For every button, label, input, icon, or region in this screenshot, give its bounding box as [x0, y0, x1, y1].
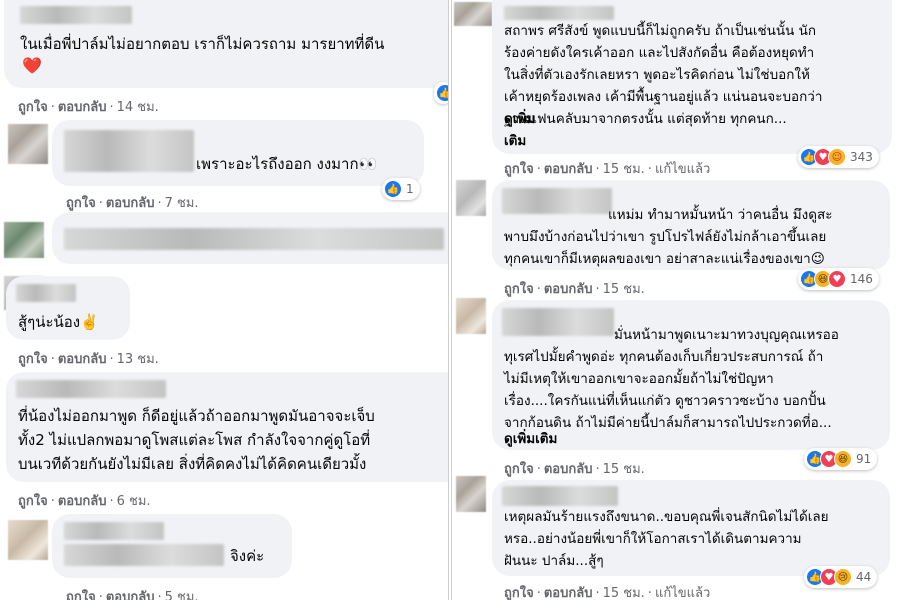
- commenter-name-blurred: [20, 6, 132, 24]
- comment-actions: ถูกใจ · ตอบกลับ · 15 ชม. · แก้ไขแล้ว: [504, 162, 711, 177]
- comment-text: จิงค่ะ: [230, 547, 265, 565]
- reaction-badge[interactable]: 👍 ♥ 😆 91: [804, 448, 878, 470]
- redacted-content: [64, 544, 224, 566]
- comment-text: เหตุผลมันร้ายแรงถึงขนาด..ขอบคุณพี่เจนสัก…: [504, 509, 829, 569]
- comment-time[interactable]: 6 ชม.: [117, 494, 151, 509]
- commenter-avatar[interactable]: [4, 222, 44, 258]
- commenter-name-blurred: [502, 486, 618, 506]
- commenter-name-blurred: [64, 130, 194, 172]
- comment-text: มั่นหน้ามาพูดเนาะมาทวงบุญคุณเหรออ ทุเรศไ…: [504, 327, 839, 431]
- reply-link[interactable]: ตอบกลับ: [544, 586, 593, 600]
- commenter-avatar[interactable]: [456, 180, 486, 216]
- like-reaction-icon: 👍: [436, 84, 448, 102]
- comment-time[interactable]: 13 ชม.: [117, 352, 159, 367]
- commenter-avatar[interactable]: [456, 298, 486, 334]
- redacted-content: [64, 228, 444, 250]
- reaction-count: 1: [406, 182, 414, 196]
- comment-time[interactable]: 15 ชม.: [603, 162, 645, 177]
- see-more-link[interactable]: ดูเพิ่มเติม: [504, 428, 557, 450]
- comment-actions: ถูกใจ · ตอบกลับ · 6 ชม.: [18, 494, 151, 509]
- like-link[interactable]: ถูกใจ: [18, 352, 48, 367]
- sad-reaction-icon: 😢: [834, 568, 852, 586]
- comment-text: ในเมื่อพี่ปาล์มไม่อยากตอบ เราก็ไม่ควรถาม…: [20, 35, 385, 53]
- reaction-badge[interactable]: 👍 ♥ ☺ 343: [798, 146, 879, 168]
- like-link[interactable]: ถูกใจ: [504, 586, 534, 600]
- commenter-name-blurred: [16, 380, 166, 398]
- reaction-badge[interactable]: 👍 ♥ 😢 44: [804, 566, 878, 588]
- comment-time[interactable]: 15 ชม.: [603, 586, 645, 600]
- like-link[interactable]: ถูกใจ: [66, 196, 96, 211]
- reaction-count: 343: [850, 150, 873, 164]
- like-link[interactable]: ถูกใจ: [18, 100, 48, 115]
- reply-link[interactable]: ตอบกลับ: [544, 162, 593, 177]
- comment-text: สู้ๆน่ะน้อง✌️: [18, 313, 99, 331]
- reply-link[interactable]: ตอบกลับ: [106, 590, 155, 600]
- comment-text: เพราะอะไรถึงออก งงมาก👀: [196, 155, 378, 173]
- comment-actions: ถูกใจ · ตอบกลับ · 5 ชม.: [66, 586, 199, 600]
- comment-bubble: ที่น้องไม่ออกมาพูด ก็ดีอยู่แล้วถ้าออกมาพ…: [6, 372, 448, 482]
- reaction-count: 146: [850, 272, 873, 286]
- comment-actions: ถูกใจ · ตอบกลับ · 7 ชม.: [66, 196, 199, 211]
- comment-actions: ถูกใจ · ตอบกลับ · 15 ชม. · แก้ไขแล้ว: [504, 586, 711, 600]
- comment-bubble-redacted: [52, 212, 448, 264]
- commenter-avatar[interactable]: [456, 476, 486, 512]
- reaction-badge[interactable]: 👍: [434, 82, 448, 104]
- edited-label[interactable]: แก้ไขแล้ว: [655, 162, 710, 177]
- comment-bubble: จิงค่ะ: [52, 514, 292, 578]
- comment-time[interactable]: 14 ชม.: [117, 100, 159, 115]
- reply-link[interactable]: ตอบกลับ: [544, 282, 593, 297]
- comment-bubble: สู้ๆน่ะน้อง✌️: [6, 276, 130, 340]
- like-reaction-icon: 👍: [384, 180, 402, 198]
- comment-bubble: สถาพร ศรีสังข์ พูดแบบนี้ก็ไม่ถูกครับ ถ้า…: [492, 0, 892, 154]
- reply-link[interactable]: ตอบกลับ: [58, 352, 107, 367]
- comment-text: แหม่ม ทำมาหมั้นหน้า ว่าคนอื่น มึงดูสะ พา…: [504, 207, 833, 267]
- commenter-avatar[interactable]: [8, 124, 48, 164]
- care-reaction-icon: ☺: [828, 148, 846, 166]
- reply-link[interactable]: ตอบกลับ: [58, 494, 107, 509]
- reply-link[interactable]: ตอบกลับ: [544, 462, 593, 477]
- comment-actions: ถูกใจ · ตอบกลับ · 15 ชม.: [504, 282, 645, 297]
- like-link[interactable]: ถูกใจ: [18, 494, 48, 509]
- commenter-name-blurred: [16, 284, 76, 302]
- haha-reaction-icon: 😆: [834, 450, 852, 468]
- comment-actions: ถูกใจ · ตอบกลับ · 15 ชม.: [504, 462, 645, 477]
- reaction-count: 44: [856, 570, 872, 584]
- comment-text: ที่น้องไม่ออกมาพูด ก็ดีอยู่แล้วถ้าออกมาพ…: [18, 407, 375, 473]
- like-link[interactable]: ถูกใจ: [504, 162, 534, 177]
- comment-bubble: เพราะอะไรถึงออก งงมาก👀: [52, 120, 424, 186]
- comment-actions: ถูกใจ · ตอบกลับ · 13 ชม.: [18, 352, 159, 367]
- comment-time[interactable]: 7 ชม.: [165, 196, 199, 211]
- commenter-name-blurred: [64, 522, 164, 540]
- left-comment-panel: ในเมื่อพี่ปาล์มไม่อยากตอบ เราก็ไม่ควรถาม…: [0, 0, 448, 600]
- comment-bubble: ในเมื่อพี่ปาล์มไม่อยากตอบ เราก็ไม่ควรถาม…: [4, 0, 448, 88]
- reply-link[interactable]: ตอบกลับ: [106, 196, 155, 211]
- comment-time[interactable]: 5 ชม.: [165, 590, 199, 600]
- comment-bubble: เหตุผลมันร้ายแรงถึงขนาด..ขอบคุณพี่เจนสัก…: [492, 480, 890, 576]
- heart-emoji: ❤️: [22, 56, 42, 75]
- commenter-avatar[interactable]: [8, 520, 48, 560]
- comment-time[interactable]: 15 ชม.: [603, 282, 645, 297]
- comment-actions: ถูกใจ · ตอบกลับ · 14 ชม.: [18, 100, 159, 115]
- edited-label[interactable]: แก้ไขแล้ว: [655, 586, 710, 600]
- love-reaction-icon: ♥: [828, 270, 846, 288]
- reaction-count: 91: [856, 452, 872, 466]
- comment-bubble: แหม่ม ทำมาหมั้นหน้า ว่าคนอื่น มึงดูสะ พา…: [492, 180, 890, 270]
- comment-time[interactable]: 15 ชม.: [603, 462, 645, 477]
- right-comment-panel: สถาพร ศรีสังข์ พูดแบบนี้ก็ไม่ถูกครับ ถ้า…: [452, 0, 900, 600]
- reaction-badge[interactable]: 👍 😆 ♥ 146: [798, 268, 879, 290]
- like-link[interactable]: ถูกใจ: [504, 462, 534, 477]
- reply-link[interactable]: ตอบกลับ: [58, 100, 107, 115]
- comment-bubble: มั่นหน้ามาพูดเนาะมาทวงบุญคุณเหรออ ทุเรศไ…: [492, 300, 890, 450]
- like-link[interactable]: ถูกใจ: [66, 590, 96, 600]
- like-link[interactable]: ถูกใจ: [504, 282, 534, 297]
- reaction-badge[interactable]: 👍 1: [382, 178, 420, 200]
- commenter-avatar[interactable]: [454, 2, 492, 26]
- commenter-name-blurred: [504, 6, 614, 20]
